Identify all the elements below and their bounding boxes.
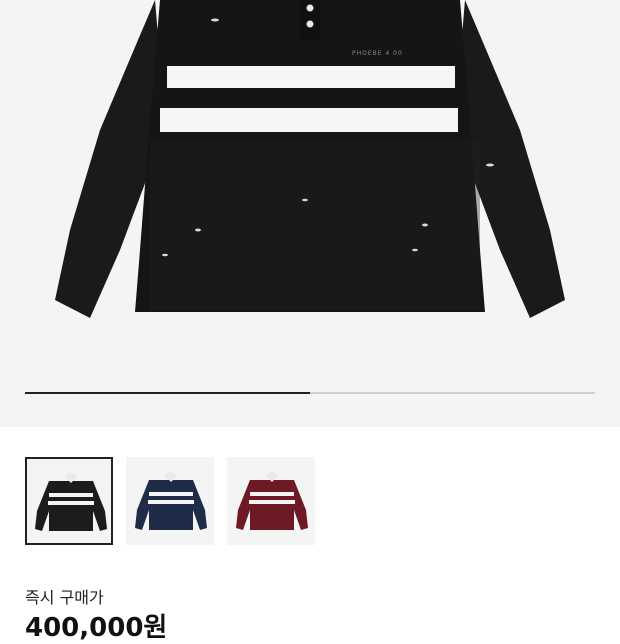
rugby-shirt-black-icon	[35, 473, 107, 531]
price-label: 즉시 구매가	[25, 588, 104, 607]
product-image-gallery[interactable]: PHOEBE 4 00	[0, 0, 620, 427]
color-thumbnails	[25, 457, 315, 547]
rugby-shirt-navy-icon	[135, 472, 207, 530]
rugby-shirt-burgundy-icon	[236, 472, 308, 530]
shirt-logo-text: PHOEBE 4 00	[352, 50, 403, 57]
image-progress-bar[interactable]	[25, 392, 595, 394]
thumbnail-navy[interactable]	[126, 457, 214, 545]
rugby-polo-shirt-icon	[55, 0, 565, 318]
thumbnail-black[interactable]	[25, 457, 113, 545]
image-progress-fill	[25, 392, 310, 394]
thumbnail-burgundy[interactable]	[227, 457, 315, 545]
price-value: 400,000원	[25, 613, 168, 643]
